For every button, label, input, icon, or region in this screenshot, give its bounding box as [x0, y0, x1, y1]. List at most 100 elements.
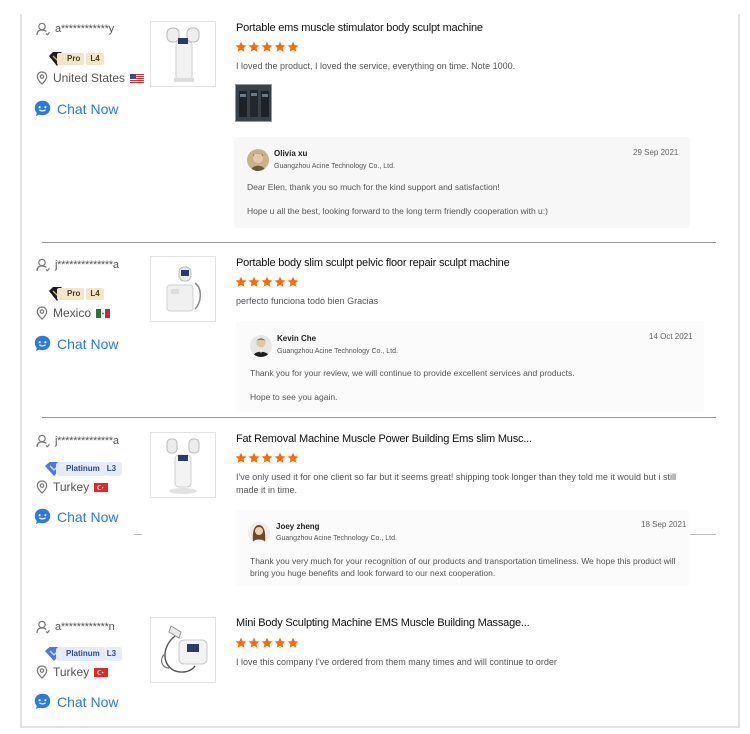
- badge-level: L3: [104, 462, 123, 476]
- reviewer-line: j**************a: [36, 258, 119, 272]
- flag-mx-icon: [96, 308, 111, 318]
- flag-tr-icon: [94, 667, 109, 677]
- seller-avatar: [248, 522, 270, 544]
- reply-text: Hope to see you again.: [250, 392, 338, 402]
- badge-tier: Pro: [57, 53, 85, 65]
- star-icon: [248, 637, 260, 649]
- star-icon: [248, 41, 260, 53]
- chat-icon: [34, 335, 51, 352]
- review-photo[interactable]: [235, 84, 272, 122]
- chat-now-label: Chat Now: [57, 693, 119, 710]
- seller-name: Kevin Che: [277, 334, 317, 343]
- seller-company: Guangzhou Acine Technology Co., Ltd.: [274, 163, 395, 170]
- badge-tier: Platinum: [56, 462, 106, 476]
- badge-tier: Pro: [57, 288, 85, 300]
- reviewer-name: a************n: [55, 621, 115, 633]
- seller-reply: Kevin Che Guangzhou Acine Technology Co.…: [236, 321, 704, 412]
- product-thumbnail[interactable]: [150, 21, 216, 87]
- chat-now-label: Chat Now: [57, 508, 119, 525]
- reply-text: Dear Elen, thank you so much for the kin…: [247, 182, 500, 192]
- platinum-badge: Platinum L3: [44, 461, 123, 477]
- star-icon: [274, 276, 286, 288]
- chat-now-button[interactable]: Chat Now: [34, 693, 118, 710]
- review-divider: [690, 534, 716, 535]
- chat-now-button[interactable]: Chat Now: [34, 100, 118, 117]
- country-name: Mexico: [53, 306, 92, 320]
- location-pin-icon: [36, 71, 48, 85]
- star-icon: [248, 276, 260, 288]
- star-icon: [261, 41, 273, 53]
- badge-tier: Platinum: [56, 647, 106, 661]
- reviewer-name: j**************a: [55, 259, 119, 271]
- rating-stars: [235, 637, 299, 649]
- product-title[interactable]: Fat Removal Machine Muscle Power Buildin…: [236, 433, 532, 445]
- chat-now-button[interactable]: Chat Now: [34, 335, 118, 352]
- pro-badge: Pro L4: [48, 51, 104, 67]
- reviewer-name: a************y: [55, 23, 114, 35]
- reply-text: Thank you for your review, we will conti…: [250, 368, 575, 378]
- location-pin-icon: [36, 665, 48, 679]
- reviewer-line: a************n: [36, 620, 115, 634]
- badge-level: L4: [86, 288, 104, 300]
- review-comment: I've only used it for one client so far …: [236, 472, 676, 495]
- country-line: United States: [36, 71, 145, 85]
- reviewer-name: j**************a: [55, 435, 119, 447]
- product-title[interactable]: Portable body slim sculpt pelvic floor r…: [236, 257, 510, 269]
- product-thumbnail[interactable]: [150, 432, 216, 498]
- product-title[interactable]: Portable ems muscle stimulator body scul…: [236, 22, 483, 34]
- star-icon: [287, 452, 299, 464]
- reply-date: 18 Sep 2021: [641, 520, 687, 529]
- chat-icon: [34, 508, 51, 525]
- seller-avatar: [247, 149, 269, 171]
- country-name: United States: [53, 71, 126, 85]
- review-comment: perfecto funciona todo bien Gracias: [236, 296, 379, 306]
- chat-icon: [34, 693, 51, 710]
- country-name: Turkey: [53, 665, 90, 679]
- location-pin-icon: [36, 306, 48, 320]
- reply-text: Thank you very much for your recognition…: [250, 556, 676, 578]
- review-divider: [134, 534, 142, 535]
- chat-now-label: Chat Now: [57, 335, 119, 352]
- product-thumbnail[interactable]: [150, 256, 216, 322]
- badge-level: L3: [104, 647, 123, 661]
- chat-icon: [34, 100, 51, 117]
- seller-reply: Olivia xu Guangzhou Acine Technology Co.…: [234, 137, 690, 228]
- chat-now-button[interactable]: Chat Now: [34, 508, 118, 525]
- reply-date: 29 Sep 2021: [633, 148, 679, 157]
- star-icon: [287, 276, 299, 288]
- seller-reply: Joey zheng Guangzhou Acine Technology Co…: [236, 510, 690, 586]
- country-name: Turkey: [53, 480, 90, 494]
- star-icon: [287, 637, 299, 649]
- reply-date: 14 Oct 2021: [649, 332, 693, 341]
- reply-text: Hope u all the best, looking forward to …: [247, 206, 548, 216]
- country-line: Mexico: [36, 306, 111, 320]
- reviewer-line: j**************a: [36, 434, 119, 448]
- review-comment: I love this company I've ordered from th…: [236, 657, 557, 667]
- seller-name: Olivia xu: [274, 149, 308, 158]
- rating-stars: [235, 452, 299, 464]
- review-divider: [42, 417, 716, 418]
- seller-company: Guangzhou Acine Technology Co., Ltd.: [276, 535, 397, 542]
- badge-level: L4: [86, 53, 104, 65]
- star-icon: [235, 637, 247, 649]
- star-icon: [235, 452, 247, 464]
- country-line: Turkey: [36, 665, 109, 679]
- pro-badge: Pro L4: [48, 286, 104, 302]
- seller-company: Guangzhou Acine Technology Co., Ltd.: [277, 348, 398, 355]
- user-icon: [36, 434, 50, 448]
- star-icon: [261, 452, 273, 464]
- seller-name: Joey zheng: [276, 522, 320, 531]
- star-icon: [261, 637, 273, 649]
- product-thumbnail[interactable]: [150, 617, 216, 683]
- star-icon: [235, 41, 247, 53]
- platinum-badge: Platinum L3: [44, 646, 123, 662]
- location-pin-icon: [36, 480, 48, 494]
- flag-tr-icon: [94, 482, 109, 492]
- rating-stars: [235, 276, 299, 288]
- review-comment: I loved the product, I loved the service…: [236, 61, 516, 71]
- product-title[interactable]: Mini Body Sculpting Machine EMS Muscle B…: [236, 617, 530, 629]
- rating-stars: [235, 41, 299, 53]
- star-icon: [274, 637, 286, 649]
- star-icon: [261, 276, 273, 288]
- user-icon: [36, 22, 50, 36]
